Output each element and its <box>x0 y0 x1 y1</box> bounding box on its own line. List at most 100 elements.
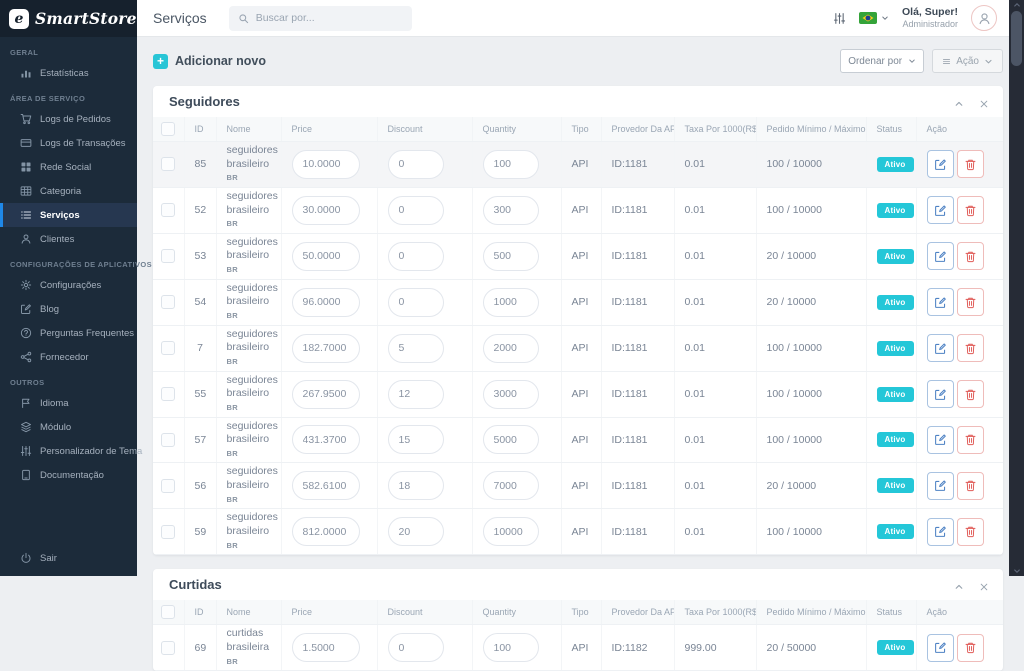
scrollbar-down-arrow[interactable] <box>1009 566 1024 576</box>
edit-button[interactable] <box>927 196 954 224</box>
discount-input[interactable] <box>388 334 444 363</box>
edit-button[interactable] <box>927 380 954 408</box>
scrollbar[interactable] <box>1009 0 1024 576</box>
price-input[interactable] <box>292 380 360 409</box>
sidebar-item-personalizador-de-tema[interactable]: Personalizador de Tema <box>0 439 137 463</box>
discount-input[interactable] <box>388 425 444 454</box>
delete-button[interactable] <box>957 196 984 224</box>
discount-input[interactable] <box>388 242 444 271</box>
discount-input[interactable] <box>388 380 444 409</box>
delete-button[interactable] <box>957 242 984 270</box>
close-card-button[interactable] <box>979 97 989 107</box>
edit-button[interactable] <box>927 634 954 662</box>
quantity-input[interactable] <box>483 517 539 546</box>
edit-button[interactable] <box>927 334 954 362</box>
row-checkbox[interactable] <box>161 479 175 493</box>
action-button[interactable]: Ação <box>932 49 1003 73</box>
sidebar-item-servicos[interactable]: Serviços <box>0 203 137 227</box>
quantity-input[interactable] <box>483 334 539 363</box>
edit-button[interactable] <box>927 426 954 454</box>
sidebar-item-estatisticas[interactable]: Estatísticas <box>0 61 137 85</box>
sidebar-item-fornecedor[interactable]: Fornecedor <box>0 345 137 369</box>
price-input[interactable] <box>292 471 360 500</box>
price-input[interactable] <box>292 633 360 662</box>
edit-button[interactable] <box>927 242 954 270</box>
sidebar-section-label: GERAL <box>0 39 137 61</box>
delete-button[interactable] <box>957 634 984 662</box>
delete-button[interactable] <box>957 426 984 454</box>
price-input[interactable] <box>292 196 360 225</box>
sidebar-item-modulo[interactable]: Módulo <box>0 415 137 439</box>
quantity-input[interactable] <box>483 196 539 225</box>
select-all-checkbox[interactable] <box>161 605 175 619</box>
row-checkbox[interactable] <box>161 387 175 401</box>
card-seguidores: Seguidores IDNomePriceDiscountQuantityTi… <box>153 86 1003 555</box>
row-checkbox[interactable] <box>161 641 175 655</box>
quantity-input[interactable] <box>483 288 539 317</box>
row-checkbox[interactable] <box>161 249 175 263</box>
status-badge: Ativo <box>877 341 914 356</box>
close-card-button[interactable] <box>979 580 989 590</box>
edit-button[interactable] <box>927 150 954 178</box>
discount-input[interactable] <box>388 196 444 225</box>
sidebar-item-configuracoes[interactable]: Configurações <box>0 273 137 297</box>
row-checkbox[interactable] <box>161 295 175 309</box>
delete-button[interactable] <box>957 150 984 178</box>
quantity-input[interactable] <box>483 150 539 179</box>
layers-icon <box>20 421 32 433</box>
search-input[interactable] <box>256 12 403 24</box>
collapse-card-button[interactable] <box>954 97 964 107</box>
quantity-input[interactable] <box>483 242 539 271</box>
sidebar-item-documentacao[interactable]: Documentação <box>0 463 137 487</box>
discount-input[interactable] <box>388 517 444 546</box>
row-checkbox[interactable] <box>161 341 175 355</box>
edit-button[interactable] <box>927 288 954 316</box>
discount-input[interactable] <box>388 150 444 179</box>
delete-button[interactable] <box>957 518 984 546</box>
price-input[interactable] <box>292 517 360 546</box>
price-input[interactable] <box>292 288 360 317</box>
delete-button[interactable] <box>957 380 984 408</box>
sidebar-item-logs-de-transacoes[interactable]: Logs de Transações <box>0 131 137 155</box>
price-input[interactable] <box>292 242 360 271</box>
language-selector[interactable] <box>859 12 889 24</box>
row-checkbox[interactable] <box>161 433 175 447</box>
price-input[interactable] <box>292 150 360 179</box>
sidebar-item-categoria[interactable]: Categoria <box>0 179 137 203</box>
app-logo[interactable]: e SmartStore <box>0 0 137 37</box>
row-checkbox[interactable] <box>161 525 175 539</box>
avatar[interactable] <box>971 5 997 31</box>
edit-button[interactable] <box>927 472 954 500</box>
discount-input[interactable] <box>388 633 444 662</box>
select-all-checkbox[interactable] <box>161 122 175 136</box>
sidebar-item-logs-de-pedidos[interactable]: Logs de Pedidos <box>0 107 137 131</box>
row-checkbox[interactable] <box>161 203 175 217</box>
scrollbar-up-arrow[interactable] <box>1009 0 1024 10</box>
sidebar-item-rede-social[interactable]: Rede Social <box>0 155 137 179</box>
discount-input[interactable] <box>388 288 444 317</box>
order-by-select[interactable]: Ordenar por <box>840 49 924 73</box>
sidebar-item-blog[interactable]: Blog <box>0 297 137 321</box>
price-input[interactable] <box>292 334 360 363</box>
delete-button[interactable] <box>957 334 984 362</box>
sidebar-item-clientes[interactable]: Clientes <box>0 227 137 251</box>
quantity-input[interactable] <box>483 380 539 409</box>
quantity-input[interactable] <box>483 425 539 454</box>
cell-tipo: API <box>561 371 601 417</box>
collapse-card-button[interactable] <box>954 580 964 590</box>
quantity-input[interactable] <box>483 633 539 662</box>
sidebar-item-sair[interactable]: Sair <box>0 546 137 570</box>
edit-button[interactable] <box>927 518 954 546</box>
add-new-button[interactable]: + Adicionar novo <box>153 54 266 69</box>
sidebar-item-idioma[interactable]: Idioma <box>0 391 137 415</box>
discount-input[interactable] <box>388 471 444 500</box>
sidebar-item-perguntas-frequentes[interactable]: Perguntas Frequentes <box>0 321 137 345</box>
delete-button[interactable] <box>957 472 984 500</box>
sliders-icon[interactable] <box>833 12 846 25</box>
quantity-input[interactable] <box>483 471 539 500</box>
scrollbar-thumb[interactable] <box>1011 11 1022 66</box>
delete-button[interactable] <box>957 288 984 316</box>
price-input[interactable] <box>292 425 360 454</box>
column-header-status: Status <box>866 600 916 625</box>
row-checkbox[interactable] <box>161 157 175 171</box>
